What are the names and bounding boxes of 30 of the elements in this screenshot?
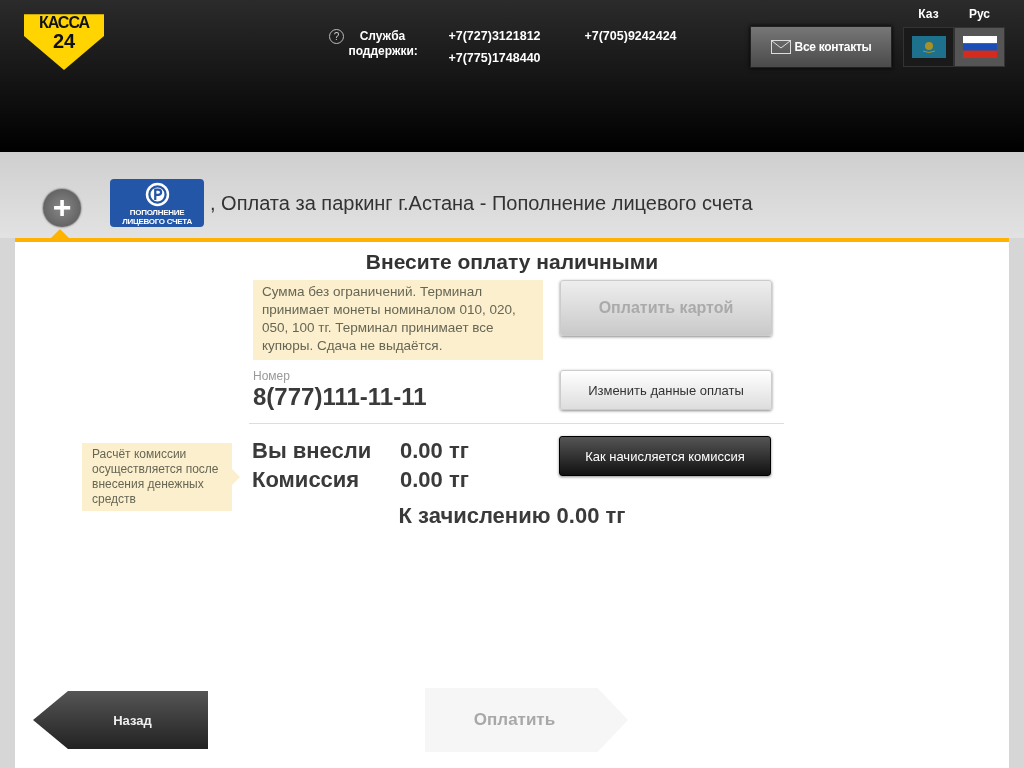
commission-tooltip: Расчёт комиссии осуществляется после внесения денежных средств bbox=[82, 443, 232, 511]
flag-icon bbox=[911, 36, 946, 58]
tooltip-pointer bbox=[232, 469, 240, 485]
all-contacts-button[interactable]: Все контакты bbox=[750, 26, 892, 68]
badge-caption: ПОПОЛНЕНИЕ bbox=[129, 208, 185, 217]
total-amount: К зачислению 0.00 тг bbox=[398, 503, 626, 529]
payment-heading: Внесите оплату наличными bbox=[365, 250, 659, 274]
amount-label: Комиссия bbox=[252, 466, 361, 494]
amount-value: 0.00 тг bbox=[400, 437, 469, 465]
envelope-icon bbox=[770, 40, 791, 54]
back-button[interactable]: Назад bbox=[33, 691, 208, 749]
service-title: , Оплата за паркинг г.Астана - Пополнение лицевого счета bbox=[210, 191, 753, 215]
number-label: Номер bbox=[253, 369, 291, 383]
flag-icon bbox=[962, 36, 997, 58]
amount-value: 0.00 тг bbox=[400, 466, 469, 494]
language-button[interactable] bbox=[954, 27, 1005, 67]
support-label: Служба поддержки: bbox=[348, 29, 417, 59]
phone-number: +7(727)3121812 bbox=[448, 29, 542, 45]
language-label: Рус bbox=[968, 7, 991, 23]
language-label: Каз bbox=[918, 7, 939, 23]
language-button[interactable] bbox=[903, 27, 954, 67]
commission-info-button[interactable]: Как начисляется комиссия bbox=[559, 436, 771, 476]
amount-label: Вы внесли bbox=[252, 437, 373, 465]
add-button[interactable]: + bbox=[43, 189, 81, 227]
change-payment-button[interactable]: Изменить данные оплаты bbox=[560, 370, 772, 410]
phone-number-value: 8(777)111-11-11 bbox=[253, 383, 428, 411]
phone-number: +7(775)1748440 bbox=[448, 51, 542, 67]
payment-notice: Сумма без ограничений. Терминал принимает монеты номиналом 010, 020, 050, 100 тг. Терминал принимает все купюры. Сдача не выдаётся. bbox=[253, 280, 543, 360]
badge-caption: ЛИЦЕВОГО СЧЕТА bbox=[122, 217, 192, 226]
phone-number: +7(705)9242424 bbox=[584, 29, 677, 45]
